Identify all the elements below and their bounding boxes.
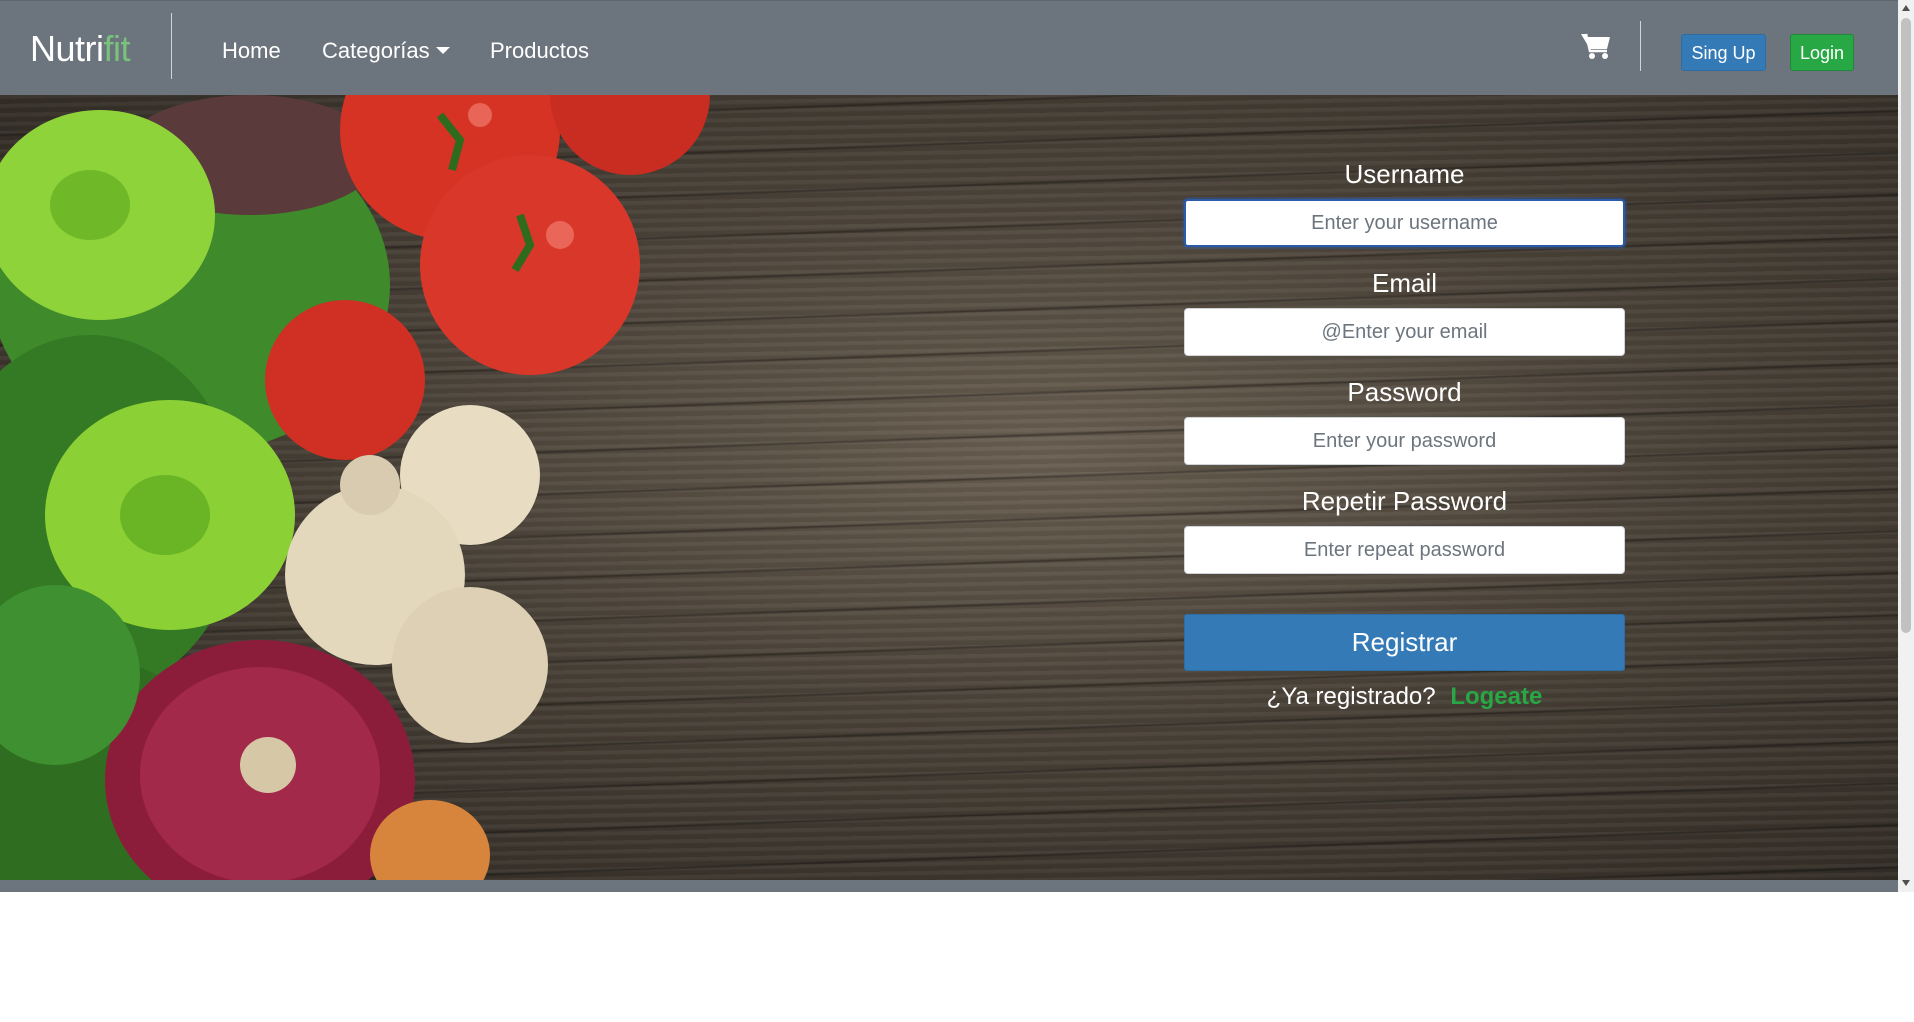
- scroll-thumb[interactable]: [1901, 18, 1911, 633]
- register-form: Username Email Password Repetir Password…: [1184, 158, 1625, 712]
- username-label: Username: [1344, 159, 1465, 189]
- vertical-scrollbar[interactable]: [1898, 0, 1914, 892]
- footer-strip: [0, 880, 1898, 892]
- scroll-up-icon[interactable]: [1902, 5, 1910, 11]
- email-input[interactable]: [1184, 308, 1625, 356]
- password-input[interactable]: [1184, 417, 1625, 465]
- brand-logo[interactable]: Nutrifit: [30, 25, 131, 73]
- register-button[interactable]: Registrar: [1184, 614, 1625, 671]
- brand-prefix: Nutri: [30, 28, 104, 69]
- repeat-password-label: Repetir Password: [1301, 486, 1508, 516]
- login-link[interactable]: Logeate: [1450, 683, 1542, 710]
- login-button[interactable]: Login: [1790, 34, 1854, 71]
- hero-background: Username Email Password Repetir Password…: [0, 95, 1898, 880]
- already-registered-text: ¿Ya registrado?: [1266, 683, 1436, 710]
- nav-divider: [171, 13, 172, 79]
- already-registered-line: ¿Ya registrado? Logeate: [1184, 682, 1625, 712]
- shopping-cart-icon[interactable]: [1580, 31, 1612, 61]
- caret-down-icon: [435, 47, 450, 54]
- email-label: Email: [1371, 268, 1437, 298]
- nav-products-link[interactable]: Productos: [490, 37, 589, 65]
- repeat-password-input[interactable]: [1184, 526, 1625, 574]
- nav-divider-right: [1640, 21, 1641, 71]
- password-label: Password: [1347, 377, 1462, 407]
- username-input[interactable]: [1184, 199, 1625, 247]
- nav-categories-dropdown[interactable]: Categorías: [322, 37, 450, 65]
- signup-button[interactable]: Sing Up: [1681, 34, 1766, 71]
- vegetables-illustration: [0, 95, 710, 880]
- navbar: Nutrifit Home Categorías Productos Sing …: [0, 0, 1898, 95]
- nav-categories-label: Categorías: [322, 38, 430, 63]
- brand-accent: fit: [103, 28, 131, 69]
- scroll-down-icon[interactable]: [1902, 880, 1910, 886]
- nav-home-link[interactable]: Home: [222, 37, 281, 65]
